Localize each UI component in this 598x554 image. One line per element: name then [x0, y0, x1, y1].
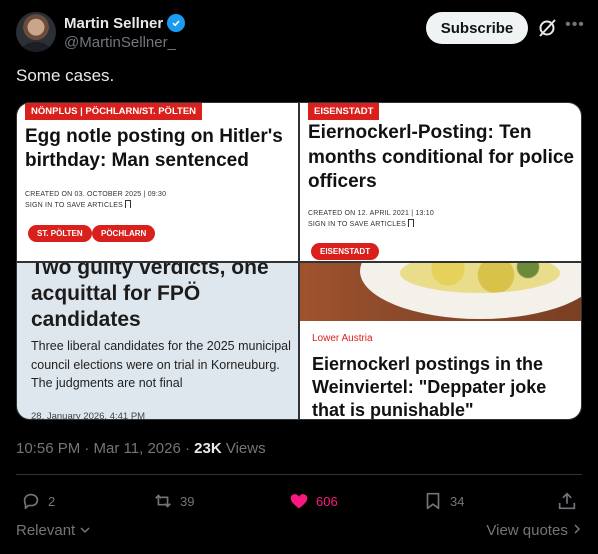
article-kicker: EISENSTADT [308, 103, 380, 120]
sort-dropdown[interactable]: Relevant [16, 522, 91, 539]
article-created-date: CREATED ON 12. APRIL 2021 | 13:10 [308, 210, 434, 217]
repost-button[interactable]: 39 [152, 486, 194, 516]
heart-icon [288, 490, 310, 512]
article-headline: Two guilty verdicts, one acquittal for F… [31, 263, 269, 331]
share-icon [556, 490, 578, 512]
view-quotes-link[interactable]: View quotes [486, 522, 582, 539]
article-tag: PÖCHLARN [92, 225, 156, 242]
article-headline: Eiernockerl-Posting: Ten months conditio… [308, 122, 574, 192]
author-name[interactable]: Martin Sellner [64, 14, 186, 32]
replies-footer: Relevant View quotes [16, 522, 582, 544]
article-kicker: NÖNPLUS | PÖCHLARN/ST. PÖLTEN [25, 103, 203, 120]
food-photo [300, 263, 581, 321]
article-tag: EISENSTADT [311, 243, 380, 260]
bookmark-outline-icon [408, 219, 415, 227]
article-save-label: SIGN IN TO SAVE ARTICLES [25, 202, 124, 209]
share-button[interactable] [556, 486, 578, 516]
divider [16, 474, 582, 475]
chevron-down-icon [79, 522, 91, 539]
tweet-timestamp: 10:56 PM · Mar 11, 2026 · 23K Views [16, 440, 266, 457]
bookmark-icon [422, 490, 444, 512]
repost-count: 39 [180, 493, 195, 509]
sort-label: Relevant [16, 522, 76, 539]
more-icon[interactable]: ••• [564, 14, 586, 36]
article-save-label: SIGN IN TO SAVE ARTICLES [308, 221, 407, 228]
reply-icon [20, 490, 42, 512]
media-image-1[interactable]: NÖNPLUS | PÖCHLARN/ST. PÖLTEN Egg notle … [17, 103, 298, 261]
media-image-2[interactable]: EISENSTADT Eiernockerl-Posting: Ten mont… [300, 103, 581, 261]
like-count: 606 [316, 493, 338, 509]
article-region: Lower Austria [312, 333, 373, 344]
article-created-date: CREATED ON 03. OCTOBER 2025 | 09:30 [25, 191, 167, 198]
tweet-text: Some cases. [16, 66, 115, 85]
views-count: 23K [194, 440, 222, 457]
repost-icon [152, 490, 174, 512]
reply-count: 2 [48, 493, 56, 509]
grok-icon[interactable] [536, 17, 558, 39]
article-headline: Eiernockerl postings in the Weinviertel:… [312, 354, 547, 420]
media-image-4[interactable]: Lower Austria Eiernockerl postings in th… [300, 263, 581, 420]
bookmark-button[interactable]: 34 [422, 486, 464, 516]
article-headline: Egg notle posting on Hitler's birthday: … [25, 126, 283, 171]
tweet-header: Martin Sellner @MartinSellner_ Subscribe… [16, 12, 584, 56]
media-grid[interactable]: NÖNPLUS | PÖCHLARN/ST. PÖLTEN Egg notle … [16, 102, 582, 420]
verified-badge-icon[interactable] [167, 14, 186, 32]
reply-button[interactable]: 2 [20, 486, 55, 516]
like-button[interactable]: 606 [288, 486, 338, 516]
media-image-3[interactable]: Two guilty verdicts, one acquittal for F… [17, 263, 298, 420]
tweet-time-date[interactable]: 10:56 PM · Mar 11, 2026 · [16, 440, 194, 457]
article-meta: CREATED ON 12. APRIL 2021 | 13:10 SIGN I… [308, 208, 434, 230]
action-bar: 2 39 606 34 [16, 486, 582, 516]
article-description: Three liberal candidates for the 2025 mu… [31, 339, 291, 390]
chevron-right-icon [572, 522, 582, 539]
author-name-text[interactable]: Martin Sellner [64, 15, 163, 32]
avatar[interactable] [16, 12, 56, 52]
subscribe-button[interactable]: Subscribe [426, 12, 528, 44]
article-tag: ST. PÖLTEN [28, 225, 92, 242]
view-quotes-label: View quotes [486, 522, 568, 539]
article-date: 28. January 2026, 4:41 PM [31, 411, 146, 420]
bookmark-outline-icon [125, 200, 132, 208]
article-meta: CREATED ON 03. OCTOBER 2025 | 09:30 SIGN… [25, 189, 166, 211]
author-handle[interactable]: @MartinSellner_ [64, 34, 176, 51]
bookmark-count: 34 [450, 493, 465, 509]
views-label: Views [221, 440, 266, 457]
